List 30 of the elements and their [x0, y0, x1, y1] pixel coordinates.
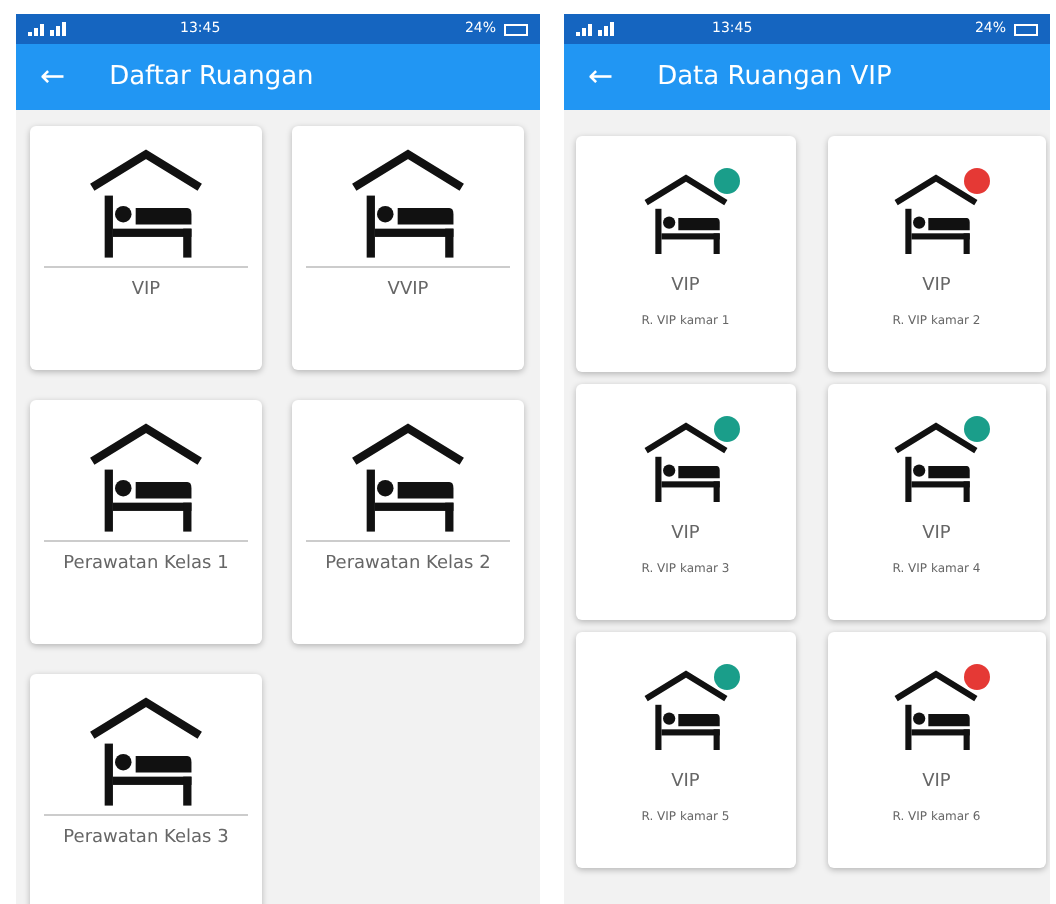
back-button[interactable]: ← — [588, 62, 614, 92]
back-button[interactable]: ← — [40, 62, 66, 92]
card-label: VIP — [922, 770, 951, 797]
signal-icon — [576, 22, 616, 36]
bed-under-roof-icon — [890, 172, 983, 255]
room-category-card[interactable]: Perawatan Kelas 3 — [30, 674, 262, 904]
battery-icon — [504, 23, 528, 35]
bed-under-roof-icon — [639, 420, 732, 503]
bed-under-roof-icon — [890, 668, 983, 751]
card-label: VIP — [671, 522, 700, 549]
card-label: VIP — [671, 770, 700, 797]
app-bar-title: Data Ruangan VIP — [657, 59, 892, 96]
card-label: VIP — [922, 522, 951, 549]
card-label: VIP — [922, 274, 951, 301]
card-label: VVIP — [387, 277, 429, 304]
card-label: Perawatan Kelas 3 — [63, 825, 229, 852]
signal-icon — [28, 22, 68, 36]
card-label: Perawatan Kelas 1 — [63, 551, 229, 578]
card-label: VIP — [671, 274, 700, 301]
room-category-card[interactable]: Perawatan Kelas 1 — [30, 400, 262, 644]
bed-under-roof-icon — [639, 172, 732, 255]
bed-under-roof-icon — [890, 420, 983, 503]
app-bar-title: Daftar Ruangan — [109, 59, 314, 96]
room-category-card[interactable]: Perawatan Kelas 2 — [292, 400, 524, 644]
card-label: Perawatan Kelas 2 — [325, 551, 491, 578]
battery-icon — [1014, 23, 1038, 35]
bed-under-roof-icon — [639, 668, 732, 751]
room-category-card[interactable]: VVIP — [292, 126, 524, 370]
card-label: VIP — [131, 277, 161, 304]
room-category-card[interactable]: VIP — [30, 126, 262, 370]
